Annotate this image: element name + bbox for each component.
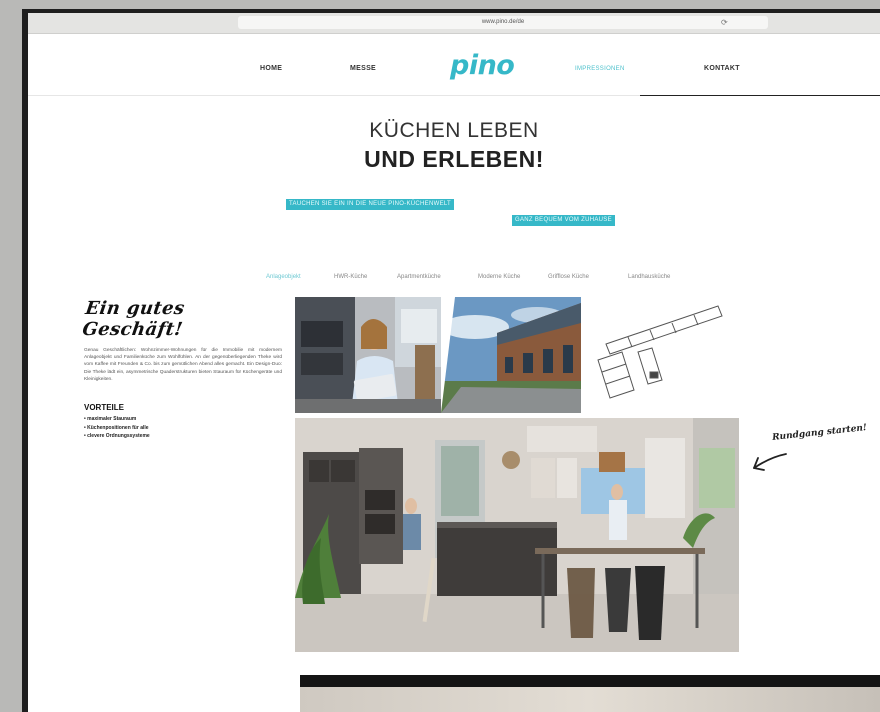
- header-divider-accent: [640, 95, 880, 96]
- hero-title-line1: KÜCHEN LEBEN: [369, 119, 539, 142]
- sidebar-title: Ein gutes Geschäft!: [81, 298, 187, 340]
- advantage-item: • Küchenpositionen für alle: [84, 424, 149, 431]
- site-header: HOME MESSE pino IMPRESSIONEN KONTAKT: [28, 34, 880, 96]
- floor-plan-sketch[interactable]: [588, 300, 728, 400]
- photo-next-section[interactable]: [300, 687, 880, 712]
- tab-moderne-kueche[interactable]: Moderne Küche: [478, 274, 520, 280]
- reload-icon[interactable]: ⟳: [721, 17, 728, 29]
- photo-building[interactable]: [441, 297, 581, 413]
- advantages-list: • maximaler Stauraum • Küchenpositionen …: [84, 415, 282, 441]
- sidebar-body: Genau Geschäftlichen: Wohnzimmer-Wohnung…: [84, 348, 282, 382]
- browser-window: www.pino.de/de ⟳ HOME MESSE pino IMPRESS…: [28, 13, 880, 712]
- nav-item-impressionen[interactable]: IMPRESSIONEN: [575, 66, 625, 72]
- address-bar: www.pino.de/de ⟳: [28, 13, 880, 34]
- tab-hwr-kueche[interactable]: HWR-Küche: [334, 274, 367, 280]
- advantages-title: VORTEILE: [84, 403, 125, 413]
- hero-highlight-1: TAUCHEN SIE EIN IN DIE NEUE PINO-KÜCHENW…: [286, 199, 455, 210]
- site-logo[interactable]: pino: [450, 50, 515, 81]
- nav-item-kontakt[interactable]: KONTAKT: [704, 65, 740, 72]
- nav-item-home[interactable]: HOME: [260, 65, 282, 72]
- photo-woman-tablet[interactable]: [295, 297, 451, 413]
- hero-title-line2: UND ERLEBEN!: [364, 146, 544, 172]
- hand-drawn-arrow-icon: [748, 450, 788, 481]
- tour-start-link[interactable]: Rundgang starten!: [772, 423, 868, 443]
- advantage-item: • clevere Ordnungssysteme: [84, 433, 150, 440]
- monitor-frame: www.pino.de/de ⟳ HOME MESSE pino IMPRESS…: [22, 9, 880, 712]
- advantage-item: • maximaler Stauraum: [84, 416, 137, 423]
- tab-anlageobjekt[interactable]: Anlageobjekt: [266, 274, 301, 280]
- tab-landhauskueche[interactable]: Landhausküche: [628, 274, 670, 280]
- nav-item-messe[interactable]: MESSE: [350, 65, 376, 72]
- sidebar-info: Ein gutes Geschäft! Genau Geschäftlichen…: [81, 298, 282, 441]
- url-field[interactable]: www.pino.de/de: [238, 16, 768, 29]
- tab-apartmentkueche[interactable]: Apartmentküche: [397, 274, 441, 280]
- hero-highlight-2: GANZ BEQUEM VOM ZUHAUSE: [512, 215, 615, 226]
- tab-grifflose-kueche[interactable]: Grifflose Küche: [548, 274, 589, 280]
- photo-kitchen-main[interactable]: [295, 418, 739, 652]
